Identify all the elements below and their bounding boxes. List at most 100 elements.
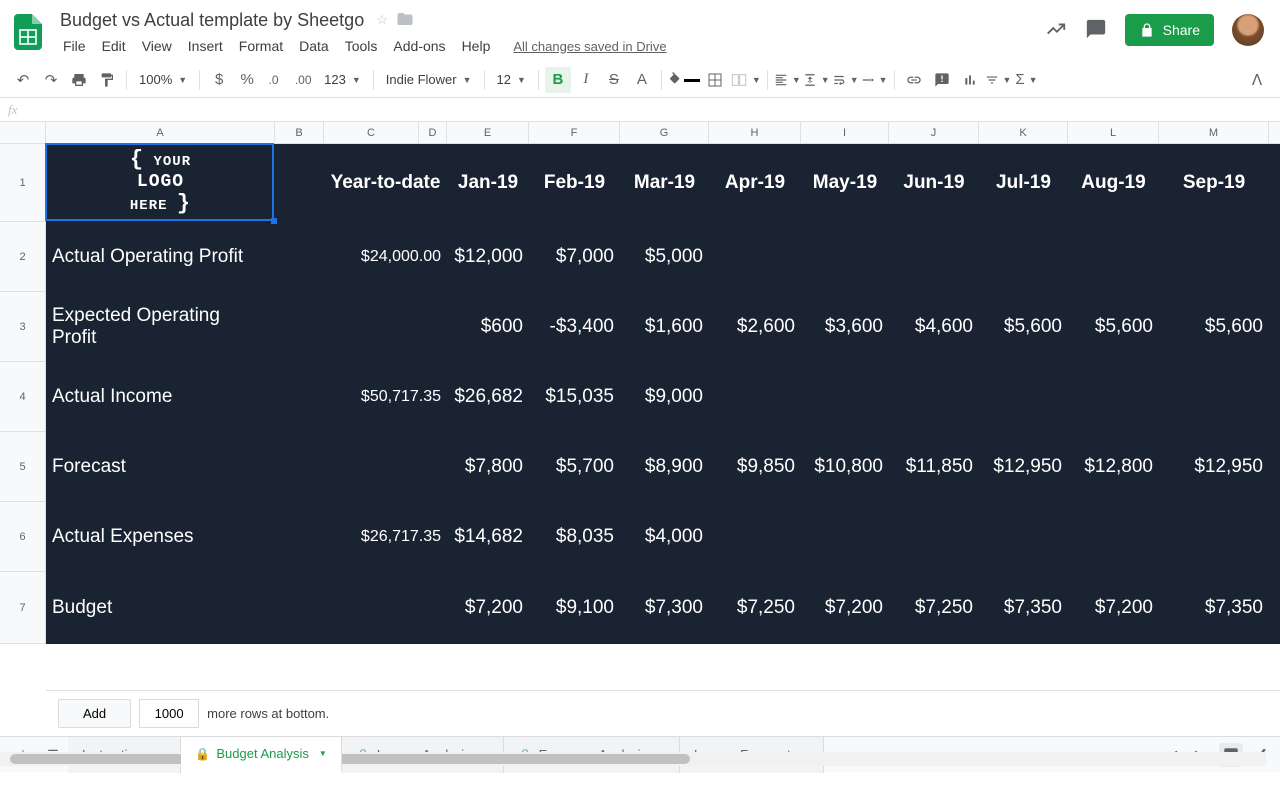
cell-value[interactable]: $7,250	[709, 572, 801, 643]
cell-value[interactable]	[709, 222, 801, 291]
currency-icon[interactable]: $	[206, 67, 232, 93]
sheet-tab[interactable]: 🔒Budget Analysis▼	[181, 737, 341, 773]
cell-value[interactable]	[801, 362, 889, 431]
folder-icon[interactable]	[396, 10, 414, 31]
insert-chart-icon[interactable]	[957, 67, 983, 93]
cell-value[interactable]: $7,200	[1068, 572, 1159, 643]
cell-value[interactable]: $7,350	[1159, 572, 1269, 643]
undo-icon[interactable]: ↶	[10, 67, 36, 93]
menu-tools[interactable]: Tools	[338, 36, 385, 56]
col-header[interactable]: K	[979, 122, 1068, 143]
cell-value[interactable]	[889, 222, 979, 291]
filter-icon[interactable]: ▼	[985, 67, 1012, 93]
menu-insert[interactable]: Insert	[181, 36, 230, 56]
row-header[interactable]: 2	[0, 222, 45, 292]
text-color-button[interactable]: A	[629, 67, 655, 93]
header-month[interactable]: Mar-19	[620, 144, 709, 221]
cell-value[interactable]: $3,600	[801, 292, 889, 361]
cell-value[interactable]: $5,000	[620, 222, 709, 291]
add-rows-button[interactable]: Add	[58, 699, 131, 728]
text-rotation-button[interactable]: ▼	[861, 67, 888, 93]
collapse-toolbar-icon[interactable]: ᐱ	[1244, 67, 1270, 93]
insert-link-icon[interactable]	[901, 67, 927, 93]
header-month[interactable]: Jun-19	[889, 144, 979, 221]
cell-value[interactable]: $11,850	[889, 432, 979, 501]
cell-value[interactable]	[1159, 222, 1269, 291]
italic-button[interactable]: I	[573, 67, 599, 93]
col-header[interactable]: E	[447, 122, 529, 143]
menu-edit[interactable]: Edit	[95, 36, 133, 56]
horiz-align-button[interactable]: ▼	[774, 67, 801, 93]
cell-value[interactable]: $15,035	[529, 362, 620, 431]
cell-value[interactable]: $5,700	[529, 432, 620, 501]
insert-comment-icon[interactable]	[929, 67, 955, 93]
cell-ytd[interactable]: $24,000.00	[324, 222, 447, 291]
cell-value[interactable]	[801, 502, 889, 571]
functions-icon[interactable]: Σ▼	[1013, 67, 1039, 93]
cell-ytd[interactable]	[324, 432, 447, 501]
cell-value[interactable]: $5,600	[1068, 292, 1159, 361]
cell-value[interactable]: $12,000	[447, 222, 529, 291]
col-header[interactable]: F	[529, 122, 620, 143]
doc-title[interactable]: Budget vs Actual template by Sheetgo	[56, 10, 368, 31]
cell-value[interactable]: $7,350	[979, 572, 1068, 643]
cell-value[interactable]: $9,850	[709, 432, 801, 501]
row-header[interactable]: 4	[0, 362, 45, 432]
cell-value[interactable]: $12,800	[1068, 432, 1159, 501]
menu-format[interactable]: Format	[232, 36, 290, 56]
cell-value[interactable]: -$3,400	[529, 292, 620, 361]
number-format-selector[interactable]: 123▼	[318, 67, 367, 93]
formula-bar[interactable]: fx	[0, 98, 1280, 122]
borders-button[interactable]	[702, 67, 728, 93]
col-header[interactable]: B	[275, 122, 324, 143]
merge-cells-button[interactable]: ▼	[730, 67, 761, 93]
menu-addons[interactable]: Add-ons	[386, 36, 452, 56]
col-header[interactable]: C	[324, 122, 419, 143]
decrease-decimal-icon[interactable]: .0	[262, 67, 288, 93]
row-label[interactable]: Actual Income	[46, 362, 275, 431]
row-header[interactable]: 7	[0, 572, 45, 644]
cell-ytd[interactable]	[324, 292, 447, 361]
col-header[interactable]: A	[46, 122, 275, 143]
sheets-logo-icon[interactable]	[8, 8, 48, 56]
col-header[interactable]: J	[889, 122, 979, 143]
font-size-selector[interactable]: 12▼	[491, 67, 532, 93]
increase-decimal-icon[interactable]: .00	[290, 67, 316, 93]
vert-align-button[interactable]: ▼	[803, 67, 830, 93]
font-selector[interactable]: Indie Flower▼	[380, 67, 478, 93]
star-icon[interactable]: ☆	[376, 12, 388, 28]
cell-ytd[interactable]	[324, 572, 447, 643]
cell-value[interactable]	[709, 362, 801, 431]
row-label[interactable]: Budget	[46, 572, 275, 643]
cell-value[interactable]: $10,800	[801, 432, 889, 501]
row-label[interactable]: Actual Operating Profit	[46, 222, 275, 291]
percent-icon[interactable]: %	[234, 67, 260, 93]
cell-value[interactable]: $8,035	[529, 502, 620, 571]
header-ytd[interactable]: Year-to-date	[324, 144, 447, 221]
header-month[interactable]: Apr-19	[709, 144, 801, 221]
text-wrap-button[interactable]: ▼	[832, 67, 859, 93]
cell-value[interactable]: $5,600	[979, 292, 1068, 361]
paint-format-icon[interactable]	[94, 67, 120, 93]
menu-help[interactable]: Help	[455, 36, 498, 56]
cell-drag-handle[interactable]	[271, 218, 277, 224]
cell-value[interactable]: $7,250	[889, 572, 979, 643]
cell-value[interactable]: $14,682	[447, 502, 529, 571]
share-button[interactable]: Share	[1125, 14, 1214, 46]
user-avatar[interactable]	[1232, 14, 1264, 46]
cell-ytd[interactable]: $50,717.35	[324, 362, 447, 431]
cell-value[interactable]: $7,200	[801, 572, 889, 643]
menu-file[interactable]: File	[56, 36, 93, 56]
cell-value[interactable]	[979, 222, 1068, 291]
col-header[interactable]: D	[419, 122, 447, 143]
strikethrough-button[interactable]: S	[601, 67, 627, 93]
cell-value[interactable]: $2,600	[709, 292, 801, 361]
menu-view[interactable]: View	[135, 36, 179, 56]
cell-value[interactable]	[1068, 222, 1159, 291]
cell-value[interactable]: $7,800	[447, 432, 529, 501]
cell-value[interactable]: $12,950	[979, 432, 1068, 501]
cell-value[interactable]: $5,600	[1159, 292, 1269, 361]
print-icon[interactable]	[66, 67, 92, 93]
col-header[interactable]: G	[620, 122, 709, 143]
header-month[interactable]: Aug-19	[1068, 144, 1159, 221]
